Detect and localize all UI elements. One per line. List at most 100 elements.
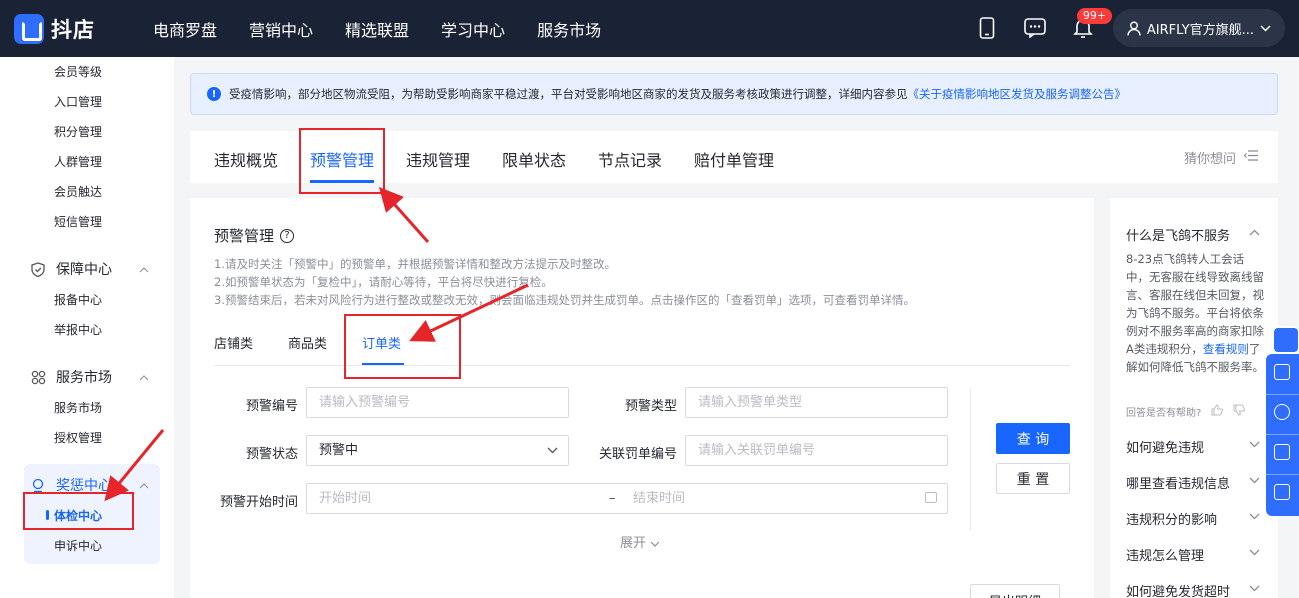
warning-status-label: 预警状态 [245, 447, 298, 462]
book-icon[interactable] [1274, 364, 1290, 380]
tab-violation-overview[interactable]: 违规概览 [214, 147, 278, 171]
top-nav-item-marketing[interactable]: 营销中心 [249, 17, 313, 41]
sidebar-item-crowd[interactable]: 人群管理 [54, 153, 102, 170]
faq-question[interactable]: 如何避免发货超时 [1126, 581, 1230, 598]
logo-text: 抖店 [51, 17, 95, 42]
logo[interactable]: 抖店 [14, 13, 95, 44]
sidebar-item-member-level[interactable]: 会员等级 [54, 63, 102, 80]
end-time-placeholder[interactable]: 结束时间 [633, 484, 685, 513]
sidebar-item-report-center[interactable]: 举报中心 [54, 321, 102, 338]
sidebar-group-protection[interactable]: 保障中心 [30, 259, 155, 279]
query-button[interactable]: 查 询 [996, 423, 1070, 454]
sidebar-item-entry[interactable]: 入口管理 [54, 93, 102, 110]
assistant-logo-icon[interactable] [1272, 326, 1299, 354]
message-icon[interactable] [1023, 16, 1047, 40]
warning-type-label: 预警类型 [624, 399, 677, 414]
tab-compensation[interactable]: 赔付单管理 [694, 147, 774, 171]
faq-question[interactable]: 违规积分的影响 [1126, 509, 1217, 528]
top-nav-item-alliance[interactable]: 精选联盟 [345, 17, 409, 41]
faq-answer: 8-23点飞鸽转人工会话中，无客服在线导致离线留言、客服在线但未回复，视为飞鸽不… [1126, 250, 1264, 376]
chevron-down-icon[interactable] [1249, 473, 1260, 487]
start-time-label: 预警开始时间 [219, 495, 298, 510]
toolbar-divider [1266, 474, 1299, 475]
faq-question[interactable]: 哪里查看违规信息 [1126, 473, 1230, 492]
penalty-id-input[interactable]: 请输入关联罚单编号 [685, 435, 948, 466]
chevron-down-icon[interactable] [1249, 545, 1260, 559]
shield-alert-icon[interactable] [1274, 444, 1290, 460]
chevron-down-icon[interactable] [1249, 437, 1260, 451]
tab-node-records[interactable]: 节点记录 [598, 147, 662, 171]
sidebar-group-label: 保障中心 [56, 262, 112, 278]
faq-answer-text: 8-23点飞鸽转人工会话中，无客服在线导致离线留言、客服在线但未回复，视为飞鸽不… [1126, 252, 1264, 356]
top-nav-item-compass[interactable]: 电商罗盘 [153, 17, 217, 41]
sidebar-item-report-filing[interactable]: 报备中心 [54, 291, 102, 308]
reset-button[interactable]: 重 置 [996, 463, 1070, 494]
date-range-picker[interactable]: 开始时间 – 结束时间 [306, 483, 948, 514]
toolbar-divider [1266, 434, 1299, 435]
user-menu[interactable]: AIRFLY官方旗舰... [1112, 9, 1285, 47]
sidebar-item-appeal[interactable]: 申诉中心 [54, 537, 102, 554]
warning-id-input[interactable]: 请输入预警编号 [306, 387, 569, 418]
headset-icon[interactable] [1274, 404, 1290, 420]
tip-line: 3.预警结束后，若未对风险行为进行整改或整改无效，则会面临违规处罚并生成罚单。点… [214, 293, 915, 307]
penalty-id-label: 关联罚单编号 [598, 447, 677, 462]
form-divider [970, 388, 971, 530]
chevron-down-icon [650, 541, 660, 547]
faq-question[interactable]: 违规怎么管理 [1126, 545, 1204, 564]
top-nav-item-learning[interactable]: 学习中心 [441, 17, 505, 41]
top-right-actions: 99+ AIRFLY官方旗舰... [951, 8, 1285, 47]
export-button[interactable]: 导出明细 [970, 584, 1060, 598]
view-rules-link[interactable]: 查看规则 [1203, 342, 1249, 356]
top-nav-item-service-market[interactable]: 服务市场 [537, 17, 601, 41]
tab-violation-management[interactable]: 违规管理 [406, 147, 470, 171]
annotation-box-warning-tab [299, 128, 385, 194]
sidebar-item-service-market[interactable]: 服务市场 [54, 399, 102, 416]
expand-toggle[interactable]: 展开 [620, 532, 660, 551]
sidebar-item-reach[interactable]: 会员触达 [54, 183, 102, 200]
notice-link[interactable]: 《关于疫情影响地区发货及服务调整公告》 [908, 86, 1127, 102]
notice-banner: ! 受疫情影响，部分地区物流受阻，为帮助受影响商家平稳过渡，平台对受影响地区商家… [190, 73, 1278, 115]
chevron-down-icon [1260, 24, 1271, 32]
mobile-icon[interactable] [975, 16, 999, 40]
thumb-down-icon[interactable] [1233, 404, 1246, 419]
mail-icon[interactable] [1274, 484, 1290, 500]
logo-icon [14, 13, 44, 44]
tip-line: 2.如预警单状态为「复检中」，请耐心等待，平台将尽快进行复检。 [214, 275, 553, 289]
warning-status-select[interactable]: 预警中 [306, 435, 569, 466]
grid-icon [30, 369, 46, 385]
user-name: AIRFLY官方旗舰... [1146, 22, 1254, 38]
warning-status-value: 预警中 [319, 443, 359, 458]
tips: 1.请及时关注「预警中」的预警单，并根据预警详情和整改方法提示及时整改。 2.如… [214, 255, 915, 309]
subtab-product[interactable]: 商品类 [288, 333, 327, 352]
warning-type-input[interactable]: 请输入预警单类型 [685, 387, 948, 418]
subtab-divider [214, 365, 1070, 366]
top-bar: 抖店 电商罗盘 营销中心 精选联盟 学习中心 服务市场 99+ AIRFLY官方… [0, 0, 1299, 57]
tab-order-limit-status[interactable]: 限单状态 [502, 147, 566, 171]
warning-id-label: 预警编号 [245, 399, 298, 414]
toolbar-divider [1266, 394, 1299, 395]
annotation-box-health-check [23, 492, 134, 530]
faq-panel: 什么是飞鸽不服务 8-23点飞鸽转人工会话中，无客服在线导致离线留言、客服在线但… [1110, 198, 1278, 598]
thumb-up-icon[interactable] [1211, 404, 1224, 419]
sidebar-item-sms[interactable]: 短信管理 [54, 213, 102, 230]
calendar-icon [925, 492, 937, 503]
bell-icon[interactable]: 99+ [1071, 8, 1113, 40]
sidebar-item-authorization[interactable]: 授权管理 [54, 429, 102, 446]
sidebar-group-service-market[interactable]: 服务市场 [30, 367, 155, 387]
start-time-placeholder[interactable]: 开始时间 [319, 491, 371, 506]
subtab-store[interactable]: 店铺类 [214, 333, 253, 352]
sidebar-item-points[interactable]: 积分管理 [54, 123, 102, 140]
chevron-down-icon [547, 436, 558, 465]
chevron-down-icon[interactable] [1249, 509, 1260, 523]
chevron-down-icon[interactable] [1249, 581, 1260, 595]
info-icon: ! [207, 87, 221, 101]
faq-question[interactable]: 什么是飞鸽不服务 [1126, 225, 1230, 244]
top-nav: 电商罗盘 营销中心 精选联盟 学习中心 服务市场 [153, 17, 633, 41]
guess-you-ask[interactable]: 猜你想问 [1184, 148, 1258, 167]
faq-question[interactable]: 如何避免违规 [1126, 437, 1204, 456]
chevron-up-icon[interactable] [1249, 225, 1260, 239]
question-icon[interactable]: ? [280, 228, 295, 243]
helpful-feedback: 回答是否有帮助? [1126, 404, 1246, 419]
sidebar-group-label: 服务市场 [56, 370, 112, 386]
range-separator: – [609, 491, 616, 506]
